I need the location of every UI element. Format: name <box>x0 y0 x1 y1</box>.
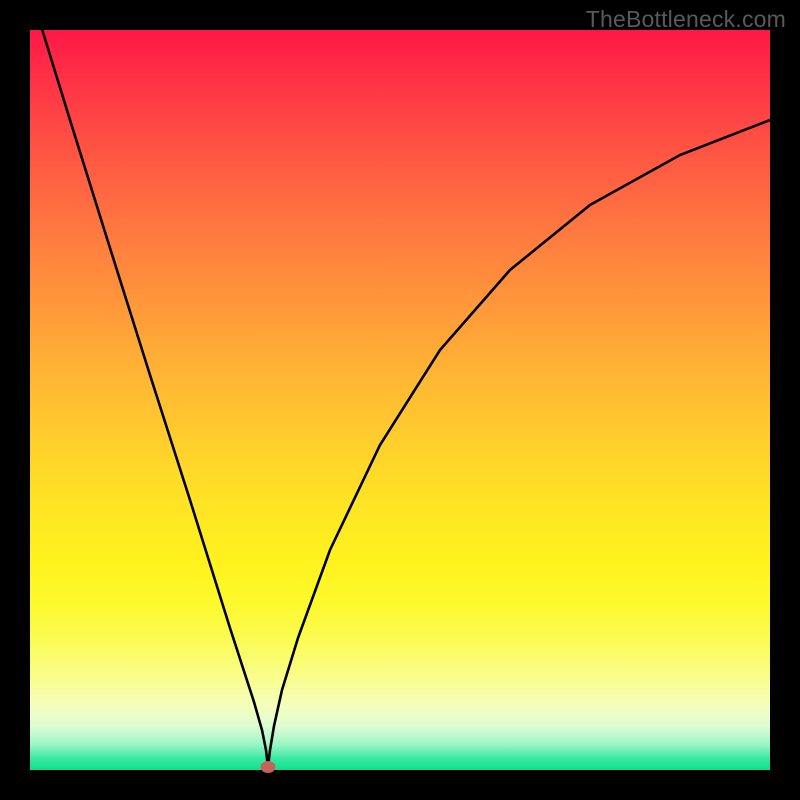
curve-path <box>30 0 770 767</box>
watermark-text: TheBottleneck.com <box>586 6 786 33</box>
chart-container: TheBottleneck.com <box>0 0 800 800</box>
plot-area <box>30 30 770 770</box>
curve-minimum-marker <box>261 761 276 773</box>
bottleneck-curve <box>30 30 770 770</box>
